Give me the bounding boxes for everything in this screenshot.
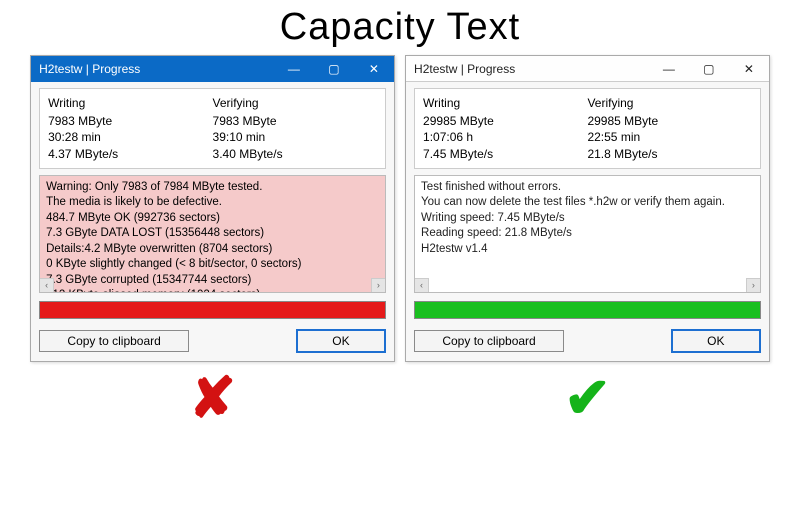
- window-title: H2testw | Progress: [414, 62, 515, 76]
- writing-label: Writing: [48, 95, 212, 111]
- verifying-column: Verifying 7983 MByte 39:10 min 3.40 MByt…: [213, 95, 377, 162]
- close-button[interactable]: ✕: [354, 56, 394, 82]
- writing-column: Writing 29985 MByte 1:07:06 h 7.45 MByte…: [423, 95, 587, 162]
- minimize-button[interactable]: —: [274, 56, 314, 82]
- copy-to-clipboard-button[interactable]: Copy to clipboard: [414, 330, 564, 352]
- writing-speed: 7.45 MByte/s: [423, 146, 587, 162]
- log-line: Test finished without errors.: [421, 180, 754, 196]
- ok-button[interactable]: OK: [296, 329, 386, 353]
- log-line: You can now delete the test files *.h2w …: [421, 195, 754, 211]
- log-line: H2testw v1.4: [421, 242, 754, 258]
- copy-to-clipboard-button[interactable]: Copy to clipboard: [39, 330, 189, 352]
- log-line: Details:4.2 MByte overwritten (8704 sect…: [46, 242, 379, 258]
- progress-fill: [40, 302, 385, 318]
- log-line: Reading speed: 21.8 MByte/s: [421, 226, 754, 242]
- progress-bar: [39, 301, 386, 319]
- maximize-button[interactable]: ▢: [314, 56, 354, 82]
- scroll-left-icon[interactable]: ‹: [415, 278, 429, 292]
- scroll-left-icon[interactable]: ‹: [40, 278, 54, 292]
- minimize-button[interactable]: —: [649, 56, 689, 81]
- log-line: 7.3 GByte corrupted (15347744 sectors): [46, 273, 379, 289]
- progress-bar: [414, 301, 761, 319]
- window-title: H2testw | Progress: [39, 62, 140, 76]
- log-line: 0 KByte slightly changed (< 8 bit/sector…: [46, 257, 379, 273]
- titlebar-right: H2testw | Progress — ▢ ✕: [406, 56, 769, 82]
- verifying-label: Verifying: [587, 95, 751, 111]
- verifying-bytes: 29985 MByte: [587, 113, 751, 129]
- writing-speed: 4.37 MByte/s: [48, 146, 212, 162]
- writing-bytes: 29985 MByte: [423, 113, 587, 129]
- verifying-column: Verifying 29985 MByte 22:55 min 21.8 MBy…: [587, 95, 751, 162]
- stats-panel: Writing 29985 MByte 1:07:06 h 7.45 MByte…: [414, 88, 761, 169]
- verifying-time: 22:55 min: [587, 129, 751, 145]
- log-line: 484.7 MByte OK (992736 sectors): [46, 211, 379, 227]
- pass-mark-icon: ✔: [564, 370, 611, 426]
- writing-bytes: 7983 MByte: [48, 113, 212, 129]
- close-button[interactable]: ✕: [729, 56, 769, 81]
- scroll-right-icon[interactable]: ›: [746, 278, 760, 292]
- stats-panel: Writing 7983 MByte 30:28 min 4.37 MByte/…: [39, 88, 386, 169]
- writing-time: 1:07:06 h: [423, 129, 587, 145]
- window-left: H2testw | Progress — ▢ ✕ Writing 7983 MB…: [30, 55, 395, 362]
- maximize-button[interactable]: ▢: [689, 56, 729, 81]
- log-panel[interactable]: Warning: Only 7983 of 7984 MByte tested.…: [39, 175, 386, 293]
- titlebar-left: H2testw | Progress — ▢ ✕: [31, 56, 394, 82]
- log-line: 7.3 GByte DATA LOST (15356448 sectors): [46, 226, 379, 242]
- writing-label: Writing: [423, 95, 587, 111]
- log-panel[interactable]: Test finished without errors. You can no…: [414, 175, 761, 293]
- page-title: Capacity Text: [0, 6, 800, 49]
- log-line: Writing speed: 7.45 MByte/s: [421, 211, 754, 227]
- log-line: The media is likely to be defective.: [46, 195, 379, 211]
- ok-button[interactable]: OK: [671, 329, 761, 353]
- verifying-speed: 3.40 MByte/s: [213, 146, 377, 162]
- fail-mark-icon: ✘: [189, 370, 236, 426]
- verifying-speed: 21.8 MByte/s: [587, 146, 751, 162]
- verifying-bytes: 7983 MByte: [213, 113, 377, 129]
- verifying-label: Verifying: [213, 95, 377, 111]
- writing-column: Writing 7983 MByte 30:28 min 4.37 MByte/…: [48, 95, 212, 162]
- progress-fill: [415, 302, 760, 318]
- log-line: Warning: Only 7983 of 7984 MByte tested.: [46, 180, 379, 196]
- scroll-right-icon[interactable]: ›: [371, 278, 385, 292]
- writing-time: 30:28 min: [48, 129, 212, 145]
- log-line: 512 KByte aliased memory (1024 sectors): [46, 288, 379, 292]
- window-right: H2testw | Progress — ▢ ✕ Writing 29985 M…: [405, 55, 770, 362]
- verifying-time: 39:10 min: [213, 129, 377, 145]
